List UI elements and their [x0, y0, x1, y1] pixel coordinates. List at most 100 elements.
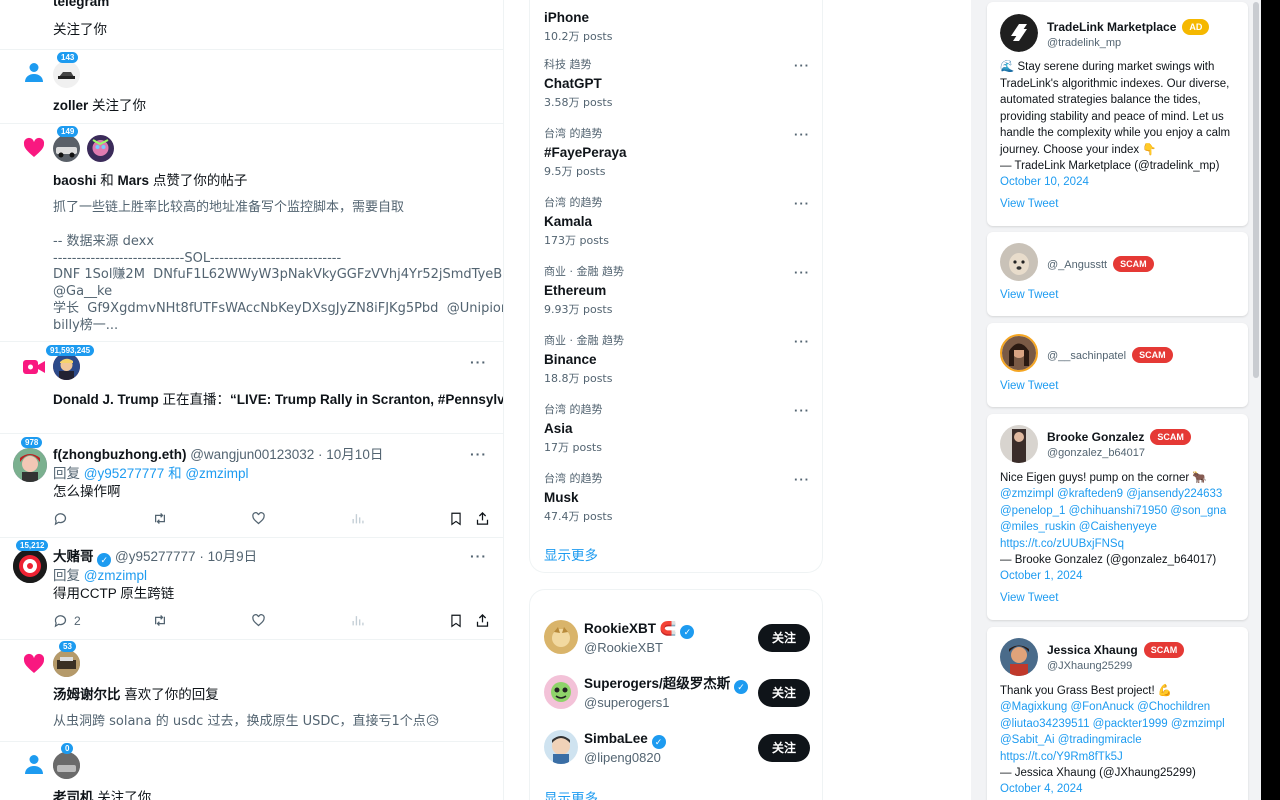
- notification-follow[interactable]: telegram 关注了你: [0, 0, 503, 50]
- bookmark-button[interactable]: [449, 613, 463, 628]
- more-options-icon[interactable]: ···: [470, 548, 487, 564]
- views-button[interactable]: [351, 511, 364, 526]
- follow-button[interactable]: 关注: [758, 734, 810, 762]
- avatar[interactable]: [13, 549, 47, 583]
- follow-suggestion[interactable]: RookieXBT 🧲 ✓ @RookieXBT 关注: [544, 620, 810, 660]
- avatar[interactable]: [544, 675, 578, 709]
- retweet-button[interactable]: [152, 511, 168, 526]
- notification-like[interactable]: 149 baoshi 和 Mars 点赞了你的帖子 抓了一些链上胜率比较高的地址…: [0, 124, 503, 342]
- notification-follow[interactable]: 143 zoller 关注了你: [0, 50, 503, 124]
- trend-post-count: 173万 posts: [544, 234, 609, 247]
- avatar[interactable]: [1000, 243, 1038, 281]
- panel-scrollbar[interactable]: [1252, 0, 1260, 800]
- reply-tweet[interactable]: 978 f(zhongbuzhong.eth) @wangjun00123032…: [0, 434, 503, 538]
- notification-live[interactable]: 91,593,245 ··· Donald J. Trump 正在直播：“LIV…: [0, 342, 503, 434]
- view-tweet-link[interactable]: View Tweet: [1000, 380, 1058, 392]
- tweet-mentions[interactable]: @Magixkung @FonAnuck @Chochildren @liuta…: [1000, 699, 1238, 765]
- avatar[interactable]: [544, 730, 578, 764]
- trend-item[interactable]: 商业 · 金融 趋势 Binance 18.8万 posts ···: [544, 334, 810, 386]
- trend-item[interactable]: iPhone 10.2万 posts: [544, 6, 810, 44]
- account-handle-text: @_Angusstt: [1047, 259, 1108, 271]
- trend-item[interactable]: 台湾 的趋势 Asia 17万 posts ···: [544, 403, 810, 455]
- trend-item[interactable]: 台湾 的趋势 #FayePeraya 9.5万 posts ···: [544, 127, 810, 179]
- more-options-icon[interactable]: ···: [470, 354, 487, 370]
- avatar[interactable]: [1000, 425, 1038, 463]
- tweet-date-link[interactable]: October 1, 2024: [1000, 570, 1082, 582]
- avatar[interactable]: [544, 620, 578, 654]
- trends-show-more-link[interactable]: 显示更多: [544, 544, 598, 564]
- mention-link[interactable]: @zmzimpl: [84, 568, 147, 583]
- follow-button[interactable]: 关注: [758, 679, 810, 707]
- view-tweet-link[interactable]: View Tweet: [1000, 198, 1058, 210]
- avatar[interactable]: [1000, 334, 1038, 372]
- trend-post-count: 10.2万 posts: [544, 30, 613, 43]
- follow-show-more-link[interactable]: 显示更多: [544, 787, 598, 800]
- avatar[interactable]: [13, 448, 47, 482]
- tweet-date[interactable]: · 10月9日: [199, 549, 257, 564]
- notification-like[interactable]: 53 汤姆谢尔比 喜欢了你的回复 从虫洞跨 solana 的 usdc 过去，换…: [0, 640, 503, 742]
- share-button[interactable]: [475, 511, 490, 526]
- author-handle[interactable]: @wangjun00123032: [190, 447, 314, 462]
- notification-follow[interactable]: 0 老司机 关注了你: [0, 742, 503, 800]
- trend-item[interactable]: 台湾 的趋势 Musk 47.4万 posts ···: [544, 472, 810, 524]
- avatar[interactable]: [53, 650, 80, 677]
- post-preview-line: 抓了一些链上胜率比较高的地址准备写个监控脚本，需要自取: [53, 200, 405, 215]
- more-options-icon[interactable]: ···: [794, 127, 810, 142]
- trend-post-count: 9.93万 posts: [544, 303, 613, 316]
- author-handle[interactable]: @y95277777: [115, 549, 196, 564]
- avatar[interactable]: [53, 752, 80, 779]
- follow-suggestion[interactable]: SimbaLee ✓ @lipeng0820 关注: [544, 730, 810, 770]
- bookmark-button[interactable]: [449, 511, 463, 526]
- trend-name: Ethereum: [544, 283, 607, 298]
- more-options-icon[interactable]: ···: [470, 446, 487, 462]
- follower-count-badge: 91,593,245: [46, 345, 95, 356]
- avatar[interactable]: [53, 61, 80, 88]
- like-button[interactable]: [251, 511, 266, 526]
- view-tweet-link[interactable]: View Tweet: [1000, 592, 1058, 604]
- tweet-actions: 2: [53, 613, 493, 631]
- more-options-icon[interactable]: ···: [794, 334, 810, 349]
- more-options-icon[interactable]: ···: [794, 265, 810, 280]
- trend-item[interactable]: 商业 · 金融 趋势 Ethereum 9.93万 posts ···: [544, 265, 810, 317]
- more-options-icon[interactable]: ···: [794, 472, 810, 487]
- scrollbar-thumb[interactable]: [1253, 2, 1259, 378]
- author-name[interactable]: f(zhongbuzhong.eth): [53, 447, 186, 462]
- avatar[interactable]: [87, 135, 114, 162]
- flagged-account-card: Brooke Gonzalez SCAM @gonzalez_b64017 Nic…: [987, 414, 1248, 620]
- flagged-account-card: @_Angusstt SCAM View Tweet: [987, 232, 1248, 316]
- follow-button[interactable]: 关注: [758, 624, 810, 652]
- reply-tweet[interactable]: 15,212 大赌哥 ✓ @y95277777 · 10月9日 ··· 回复 @…: [0, 538, 503, 640]
- avatar[interactable]: [53, 135, 80, 162]
- avatar[interactable]: [53, 353, 80, 380]
- reply-button[interactable]: [53, 511, 68, 526]
- share-button[interactable]: [475, 613, 490, 628]
- reply-button[interactable]: 2: [53, 613, 81, 628]
- trend-item[interactable]: 台湾 的趋势 Kamala 173万 posts ···: [544, 196, 810, 248]
- suggested-user-name-text: SimbaLee: [584, 731, 648, 746]
- mention-link[interactable]: @y95277777: [84, 466, 165, 481]
- mention-link[interactable]: @zmzimpl: [185, 466, 248, 481]
- follow-suggestion[interactable]: Superogers/超级罗杰斯 ✓ @superogers1 关注: [544, 675, 810, 715]
- avatar[interactable]: [1000, 638, 1038, 676]
- trend-item[interactable]: 科技 趋势 ChatGPT 3.58万 posts ···: [544, 58, 810, 110]
- post-preview-line: 学长 Gf9XgdmvNHt8fUTFsWAccNbKeyDXsgJyZN8iF…: [53, 301, 504, 316]
- suggested-user-name-text: RookieXBT 🧲: [584, 621, 677, 636]
- tweet-date-link[interactable]: October 10, 2024: [1000, 176, 1089, 188]
- like-button[interactable]: [251, 613, 266, 628]
- views-button[interactable]: [351, 613, 364, 628]
- tweet-mentions[interactable]: @zmzimpl @krafteden9 @jansendy224633 @pe…: [1000, 486, 1238, 552]
- avatar[interactable]: [1000, 14, 1038, 52]
- reply-icon: [54, 513, 67, 526]
- tweet-date-link[interactable]: October 4, 2024: [1000, 783, 1082, 795]
- tweet-date[interactable]: · 10月10日: [318, 447, 383, 462]
- more-options-icon[interactable]: ···: [794, 403, 810, 418]
- follower-count-badge: 143: [57, 52, 79, 63]
- view-tweet-link[interactable]: View Tweet: [1000, 289, 1058, 301]
- more-options-icon[interactable]: ···: [794, 196, 810, 211]
- window-edge: [1261, 0, 1280, 800]
- author-name[interactable]: 大赌哥: [53, 549, 94, 564]
- more-options-icon[interactable]: ···: [794, 58, 810, 73]
- trend-context: 台湾 的趋势: [544, 196, 603, 209]
- notification-text: 汤姆谢尔比 喜欢了你的回复: [53, 686, 219, 704]
- retweet-button[interactable]: [152, 613, 168, 628]
